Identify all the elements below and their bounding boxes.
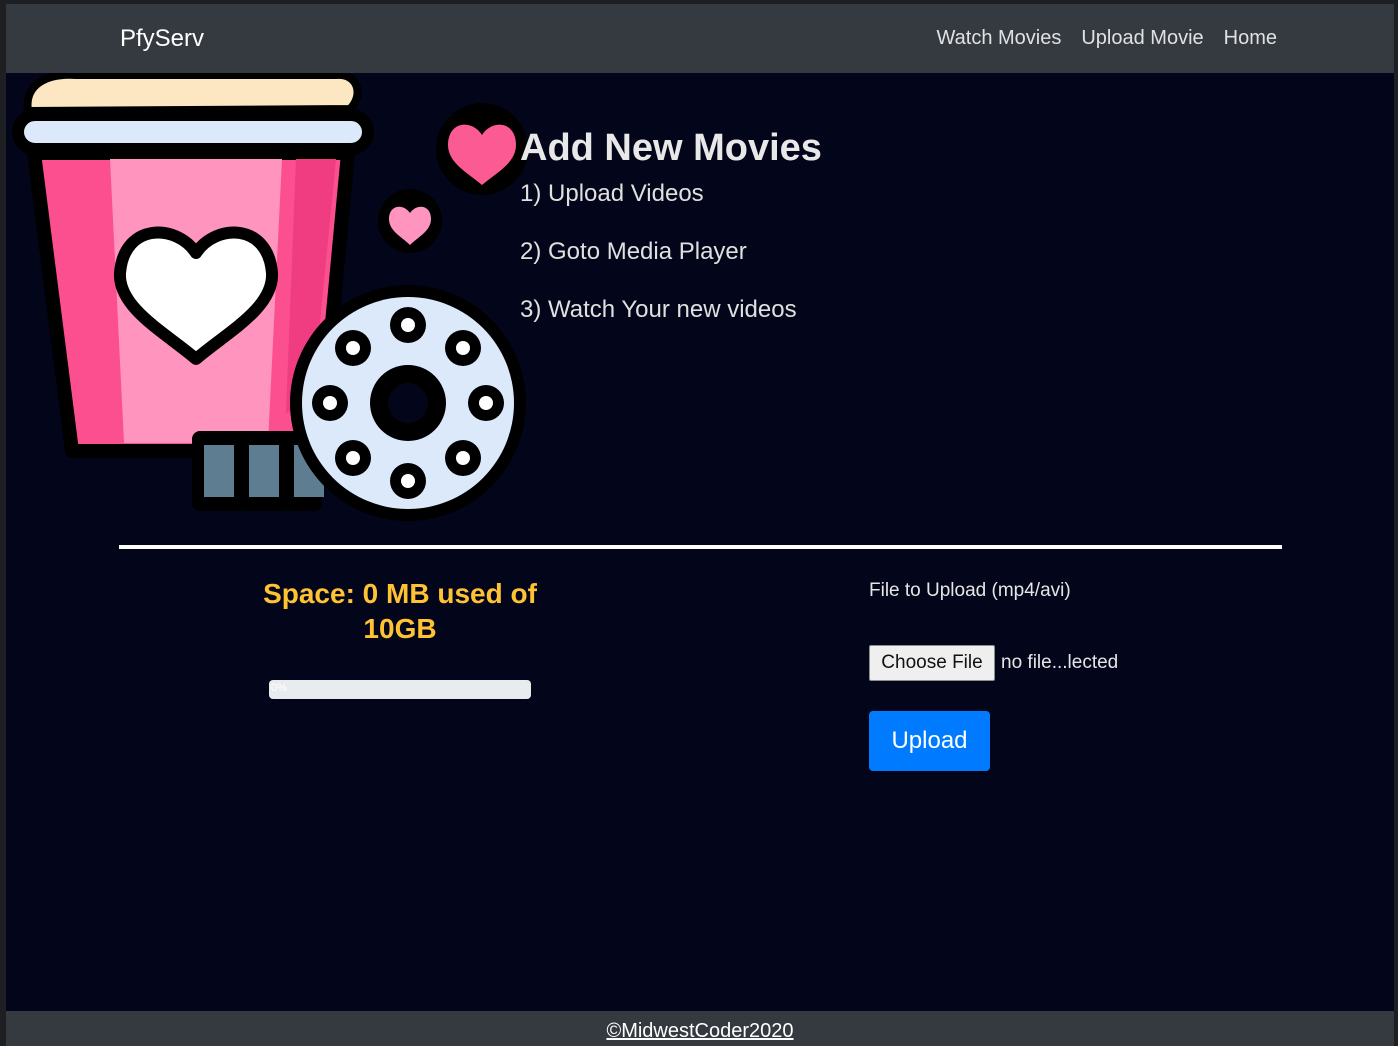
nav-links: Watch Movies Upload Movie Home xyxy=(937,27,1278,50)
brand-link[interactable]: PfyServ xyxy=(120,25,204,53)
file-upload-label: File to Upload (mp4/avi) xyxy=(869,580,1071,601)
nav-home[interactable]: Home xyxy=(1224,27,1277,50)
heart-bubble-small-icon xyxy=(378,189,442,253)
storage-usage-text: Space: 0 MB used of 10GB xyxy=(263,578,537,644)
steps-list: 1) Upload Videos 2) Goto Media Player 3)… xyxy=(520,179,822,325)
file-status-text: no file...lected xyxy=(1001,652,1119,673)
navbar: PfyServ Watch Movies Upload Movie Home xyxy=(6,4,1394,73)
cup-rim xyxy=(12,109,374,155)
popcorn-film-illustration xyxy=(12,73,528,521)
heart-bubble-large-icon xyxy=(436,103,528,195)
film-reel-icon xyxy=(290,285,526,521)
step-item: 3) Watch Your new videos xyxy=(520,296,797,323)
step-item: 2) Goto Media Player xyxy=(520,238,747,265)
hero-text: Add New Movies 1) Upload Videos 2) Goto … xyxy=(520,126,822,353)
footer: ©MidwestCoder2020 xyxy=(6,1011,1394,1046)
step-item: 1) Upload Videos xyxy=(520,180,704,207)
app-window: PfyServ Watch Movies Upload Movie Home A… xyxy=(6,4,1394,1046)
nav-upload-movie[interactable]: Upload Movie xyxy=(1081,27,1203,50)
page-title: Add New Movies xyxy=(520,127,822,169)
choose-file-button[interactable]: Choose File xyxy=(869,645,995,681)
popcorn-icon xyxy=(23,73,362,116)
upload-button[interactable]: Upload xyxy=(869,711,990,771)
storage-progress-bar: 0% xyxy=(269,680,531,699)
copyright-link[interactable]: ©MidwestCoder2020 xyxy=(606,1020,793,1042)
divider xyxy=(119,545,1282,549)
progress-label: 0% xyxy=(271,682,287,694)
nav-watch-movies[interactable]: Watch Movies xyxy=(937,27,1062,50)
